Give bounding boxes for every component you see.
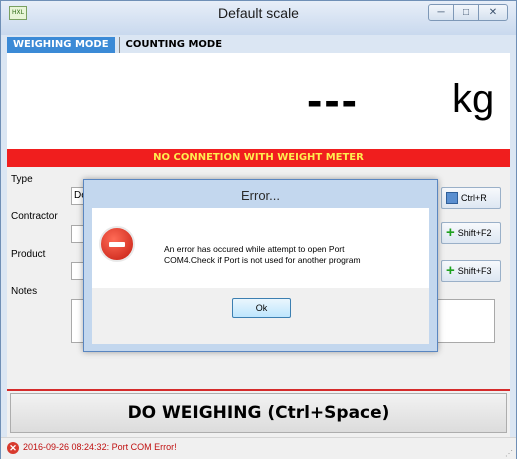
document-icon [446,192,458,204]
dialog-message-line-2: COM4.Check if Port is not used for anoth… [164,255,361,265]
resize-grip-icon[interactable]: ⋰ [505,449,513,458]
plus-icon: + [446,224,455,241]
title-bar[interactable]: HXL Default scale ─ □ ✕ [1,1,516,35]
type-label: Type [11,174,33,185]
add-contractor-button[interactable]: + Shift+F2 [441,222,501,244]
dialog-title: Error... [240,188,280,203]
connection-status-banner: NO CONNETION WITH WEIGHT METER [7,149,510,167]
main-window: HXL Default scale ─ □ ✕ WEIGHING MODE CO… [0,0,517,459]
tab-weighing-mode[interactable]: WEIGHING MODE [7,37,115,53]
window-controls: ─ □ ✕ [428,4,508,21]
contractor-label: Contractor [11,211,58,222]
dialog-footer: Ok [92,288,429,344]
mode-tabs: WEIGHING MODE COUNTING MODE [7,37,228,53]
add-product-button[interactable]: + Shift+F3 [441,260,501,282]
ctrl-r-label: Ctrl+R [461,193,487,203]
notes-label: Notes [11,286,38,297]
shift-f3-label: Shift+F3 [457,266,492,276]
weight-display: --- kg [7,53,510,149]
dialog-message: An error has occured while attempt to op… [164,244,419,266]
error-stop-icon [99,226,135,262]
ctrl-r-button[interactable]: Ctrl+R [441,187,501,209]
status-footer: ✕ 2016-09-26 08:24:32: Port COM Error! ⋰ [1,437,516,459]
tab-counting-mode[interactable]: COUNTING MODE [118,37,229,53]
plus-icon: + [446,262,455,279]
divider-line [7,389,510,391]
do-weighing-button[interactable]: DO WEIGHING (Ctrl+Space) [10,393,507,433]
weight-reading: --- [307,74,359,126]
close-button[interactable]: ✕ [478,4,508,21]
dialog-message-line-1: An error has occured while attempt to op… [164,244,345,254]
weight-unit: kg [452,77,495,121]
maximize-button[interactable]: □ [453,4,479,21]
maximize-icon: □ [462,7,470,18]
minimize-icon: ─ [437,7,445,18]
dialog-body: An error has occured while attempt to op… [92,208,429,288]
close-icon: ✕ [488,7,498,18]
error-icon: ✕ [7,442,19,454]
product-label: Product [11,249,46,260]
ok-button[interactable]: Ok [232,298,291,318]
minimize-button[interactable]: ─ [428,4,454,21]
shift-f2-label: Shift+F2 [457,228,492,238]
error-dialog: Error... An error has occured while atte… [83,179,438,352]
footer-message: 2016-09-26 08:24:32: Port COM Error! [23,442,177,452]
